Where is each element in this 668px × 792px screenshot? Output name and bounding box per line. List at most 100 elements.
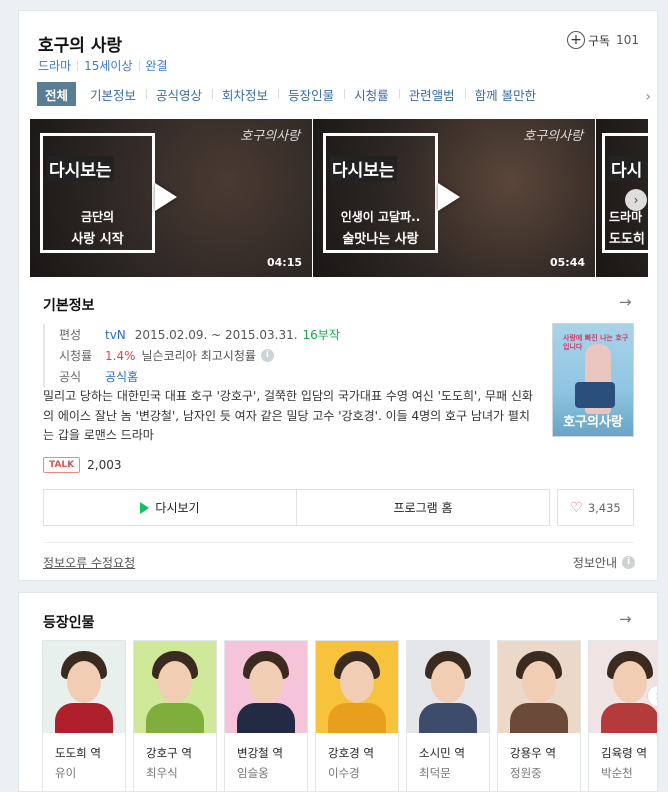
video-brand: 호구의사랑	[523, 129, 583, 144]
play-icon[interactable]	[438, 183, 460, 211]
meta-genre[interactable]: 드라마	[38, 57, 71, 74]
character-actor[interactable]: 이수경	[316, 761, 398, 781]
info-table: 편성 tvN 2015.02.09. ~ 2015.03.31. 16부작 시청…	[43, 324, 340, 387]
info-label: 시청률	[59, 349, 93, 363]
play-icon[interactable]	[155, 183, 177, 211]
character-photo	[589, 641, 657, 733]
video-brand: 호구의사랑	[240, 129, 300, 144]
tab-albums[interactable]: 관련앨범	[398, 85, 465, 104]
info-icon[interactable]: i	[260, 349, 274, 362]
character-card[interactable]: 강호경 역 이수경	[315, 640, 399, 791]
character-figure	[431, 661, 465, 703]
video-caption-head: 다시보는	[47, 156, 114, 181]
play-icon	[140, 501, 150, 514]
video-item[interactable]: 호구의사랑 다시보는 인생이 고달파.. 술맛나는 사랑 05:44	[313, 119, 595, 277]
video-caption-head: 다시	[609, 156, 645, 181]
info-row-official: 공식 공식홈	[59, 366, 340, 387]
official-home-link[interactable]: 공식홈	[105, 368, 138, 385]
tab-ratings[interactable]: 시청률	[344, 85, 399, 104]
video-caption-frame: 다시보는 금단의 사랑 시작	[40, 133, 155, 253]
character-figure	[340, 661, 374, 703]
video-caption-head: 다시보는	[330, 156, 397, 181]
character-card[interactable]: 김육령 역 박순천	[588, 640, 657, 791]
character-card[interactable]: 강호구 역 최우식	[133, 640, 217, 791]
heart-icon: ♡	[570, 499, 583, 516]
tab-episodes[interactable]: 회차정보	[212, 85, 278, 104]
video-duration: 05:44	[549, 256, 585, 269]
video-caption-line1: 인생이 고달파..	[340, 210, 421, 224]
basic-info-title[interactable]: 기본정보	[43, 295, 95, 315]
divider	[43, 542, 634, 543]
tab-bar: 전체 기본정보 공식영상 회차정보 등장인물 시청률 관련앨범 함께 볼만한	[37, 82, 641, 106]
rewatch-button[interactable]: 다시보기	[44, 490, 296, 525]
tab-all[interactable]: 전체	[37, 82, 77, 106]
character-actor[interactable]: 임슬옹	[225, 761, 307, 781]
meta-age-rating[interactable]: 15세이상	[84, 57, 132, 74]
rewatch-label: 다시보기	[155, 501, 200, 515]
broadcast-period: 2015.02.09. ~ 2015.03.31.	[134, 327, 298, 342]
report-error-link[interactable]: 정보오류 수정요청	[43, 554, 135, 571]
rating-source: 닐슨코리아	[141, 349, 197, 363]
character-role: 김육령 역	[601, 746, 647, 760]
talk-badge: TALK	[43, 457, 81, 473]
program-description: 밀리고 당하는 대한민국 대표 호구 '강호구', 걸쭉한 입담의 국가대표 수…	[43, 389, 533, 442]
channel-link[interactable]: tvN	[105, 328, 126, 342]
chevron-right-icon[interactable]: ›	[645, 89, 651, 105]
talk-link[interactable]: TALK 2,003	[43, 457, 121, 473]
character-photo	[134, 641, 216, 733]
character-card[interactable]: 도도희 역 유이	[42, 640, 126, 791]
program-title[interactable]: 호구의 사랑	[38, 31, 122, 56]
tab-characters[interactable]: 등장인물	[278, 85, 344, 104]
meta-divider	[77, 60, 79, 71]
video-item[interactable]: 호구의사랑 다시보는 금단의 사랑 시작 04:15	[30, 119, 312, 277]
character-actor[interactable]: 최우식	[134, 761, 216, 781]
arrow-right-icon[interactable]: →	[619, 610, 632, 628]
rating-value: 1.4%	[105, 348, 136, 363]
subscribe-label: 구독	[588, 33, 611, 48]
info-label: 편성	[59, 328, 82, 342]
chevron-right-icon[interactable]: ›	[625, 189, 647, 211]
info-row-rating: 시청률 1.4% 닐슨코리아 최고시청률 i	[59, 345, 340, 366]
character-actor[interactable]: 최덕문	[407, 761, 489, 781]
meta-status[interactable]: 완결	[146, 57, 168, 74]
video-caption-line2: 사랑 시작	[71, 232, 124, 247]
info-guide-button[interactable]: 정보안내 i	[573, 554, 635, 571]
character-photo	[225, 641, 307, 733]
like-button[interactable]: ♡ 3,435	[557, 489, 634, 526]
character-card[interactable]: 변강철 역 임슬옹	[224, 640, 308, 791]
character-figure	[522, 661, 556, 703]
tab-recommend[interactable]: 함께 볼만한	[464, 85, 546, 104]
tab-basic-info[interactable]: 기본정보	[80, 85, 146, 104]
video-caption-line2: 술맛나는 사랑	[342, 232, 419, 247]
program-poster[interactable]: 사랑에 빠진 나는 호구 입니다 호구의사랑	[552, 323, 634, 437]
info-guide-label: 정보안내	[572, 556, 617, 570]
plus-icon: +	[567, 31, 585, 49]
character-actor[interactable]: 유이	[43, 761, 125, 781]
arrow-right-icon[interactable]: →	[619, 293, 632, 311]
character-figure	[249, 661, 283, 703]
character-role: 변강철 역	[237, 746, 283, 760]
program-meta: 드라마 15세이상 완결	[38, 57, 168, 74]
character-figure	[158, 661, 192, 703]
subscribe-button[interactable]: + 구독 101	[567, 31, 639, 49]
rating-note: 최고시청률	[200, 349, 256, 363]
tab-official-video[interactable]: 공식영상	[146, 85, 212, 104]
character-actor[interactable]: 정원중	[498, 761, 580, 781]
program-home-button[interactable]: 프로그램 홈	[296, 490, 549, 525]
video-caption-line1: 드라마	[609, 210, 643, 224]
episode-count[interactable]: 16부작	[303, 326, 340, 343]
character-card[interactable]: 소시민 역 최덕문	[406, 640, 490, 791]
info-label: 공식	[59, 370, 82, 384]
character-photo	[43, 641, 125, 733]
subscribe-count: 101	[616, 33, 639, 47]
character-card[interactable]: 강용우 역 정원중	[497, 640, 581, 791]
characters-card: 등장인물 → 도도희 역 유이 강호구 역 최우식 변강철 역 임슬옹 강호경 역 이수경 소시…	[18, 592, 658, 792]
info-icon: i	[622, 556, 635, 569]
program-card: 호구의 사랑 드라마 15세이상 완결 + 구독 101 전체 기본정보 공식영…	[18, 10, 658, 581]
characters-title[interactable]: 등장인물	[43, 612, 95, 632]
talk-count: 2,003	[87, 458, 122, 472]
character-photo	[407, 641, 489, 733]
character-actor[interactable]: 박순천	[589, 761, 657, 781]
info-row-broadcast: 편성 tvN 2015.02.09. ~ 2015.03.31. 16부작	[59, 324, 340, 345]
character-figure	[146, 703, 204, 733]
